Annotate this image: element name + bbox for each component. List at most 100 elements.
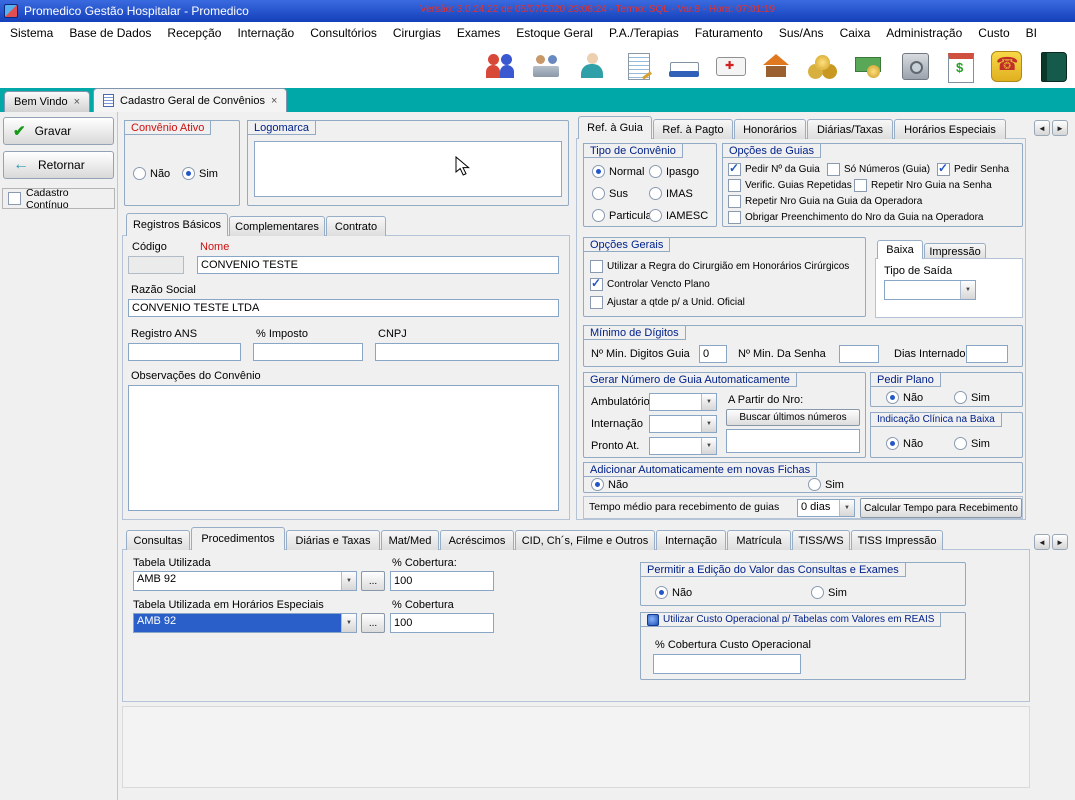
ajustar-qtde-checkbox[interactable]: Ajustar a qtde p/ a Unid. Oficial	[590, 296, 745, 309]
controlar-vencto-plano-checkbox[interactable]: Controlar Vencto Plano	[590, 278, 710, 291]
tabela-utilizada-combo[interactable]: AMB 92	[133, 571, 357, 591]
phone-icon[interactable]	[987, 47, 1025, 85]
pedir-numero-guia-checkbox[interactable]: Pedir Nº da Guia	[728, 163, 820, 176]
tab-horarios-especiais[interactable]: Horários Especiais	[894, 119, 1006, 139]
tab-consultas[interactable]: Consultas	[126, 530, 190, 550]
indicacao-nao-radio[interactable]: Não	[886, 437, 923, 450]
menu-bi[interactable]: BI	[1018, 26, 1045, 40]
schedule-money-icon[interactable]	[941, 47, 979, 85]
safe-icon[interactable]	[895, 47, 933, 85]
imposto-input[interactable]	[253, 343, 363, 361]
tab-acrescimos[interactable]: Acréscimos	[440, 530, 514, 550]
menu-custo[interactable]: Custo	[970, 26, 1017, 40]
tipo-saida-combo[interactable]	[884, 280, 976, 300]
users-icon[interactable]	[481, 47, 519, 85]
tab-ref-a-guia[interactable]: Ref. à Guia	[578, 116, 652, 139]
tab-baixa[interactable]: Baixa	[877, 240, 923, 259]
tab-contrato[interactable]: Contrato	[326, 216, 386, 236]
tab-bem-vindo[interactable]: Bem Vindo ×	[4, 91, 90, 112]
tipo-sus-radio[interactable]: Sus	[592, 187, 628, 200]
pedir-senha-checkbox[interactable]: Pedir Senha	[937, 163, 1009, 176]
observacoes-textarea[interactable]	[128, 385, 559, 511]
cobertura-custo-input[interactable]	[653, 654, 801, 674]
so-numeros-guia-checkbox[interactable]: Só Números (Guia)	[827, 163, 930, 176]
tab-procedimentos[interactable]: Procedimentos	[191, 527, 285, 550]
menu-faturamento[interactable]: Faturamento	[687, 26, 771, 40]
tipo-particular-radio[interactable]: Particular	[592, 209, 655, 222]
book-icon[interactable]	[1033, 47, 1071, 85]
tabela-esp-more-button[interactable]: ...	[361, 613, 385, 633]
internacao-combo[interactable]	[649, 415, 717, 433]
ambulance-icon[interactable]	[711, 47, 749, 85]
tab-scroll-right-icon[interactable]: ►	[1052, 120, 1068, 136]
menu-base-de-dados[interactable]: Base de Dados	[61, 26, 159, 40]
convenio-ativo-nao-radio[interactable]: Não	[133, 167, 170, 180]
tab-tiss-impressao[interactable]: TISS Impressão	[851, 530, 943, 550]
menu-internacao[interactable]: Internação	[229, 26, 302, 40]
tab-impressao[interactable]: Impressão	[924, 243, 986, 259]
menu-exames[interactable]: Exames	[449, 26, 508, 40]
tab-diarias-e-taxas[interactable]: Diárias e Taxas	[286, 530, 380, 550]
tipo-ipasgo-radio[interactable]: Ipasgo	[649, 165, 699, 178]
reception-icon[interactable]	[527, 47, 565, 85]
menu-sus-ans[interactable]: Sus/Ans	[771, 26, 832, 40]
adicionar-nao-radio[interactable]: Não	[591, 478, 628, 491]
tipo-normal-radio[interactable]: Normal	[592, 165, 644, 178]
repetir-nro-guia-senha-checkbox[interactable]: Repetir Nro Guia na Senha	[854, 179, 992, 192]
documents-icon[interactable]	[619, 47, 657, 85]
menu-caixa[interactable]: Caixa	[832, 26, 879, 40]
close-icon[interactable]: ×	[74, 97, 80, 107]
pedir-plano-sim-radio[interactable]: Sim	[954, 391, 990, 404]
cnpj-input[interactable]	[375, 343, 559, 361]
tab-registros-basicos[interactable]: Registros Básicos	[126, 213, 228, 236]
razao-social-input[interactable]	[128, 299, 559, 317]
tabela-horarios-especiais-combo[interactable]: AMB 92	[133, 613, 357, 633]
tab-scroll-left-icon[interactable]: ◄	[1034, 120, 1050, 136]
menu-recepcao[interactable]: Recepção	[159, 26, 229, 40]
buscar-ultimos-numeros-button[interactable]: Buscar últimos números	[726, 409, 860, 426]
tab-cadastro-geral-convenios[interactable]: Cadastro Geral de Convênios ×	[93, 88, 287, 112]
a-partir-input[interactable]	[726, 429, 860, 453]
repetir-nro-guia-operadora-checkbox[interactable]: Repetir Nro Guia na Guia da Operadora	[728, 195, 922, 208]
tab-ref-a-pagto[interactable]: Ref. à Pagto	[653, 119, 733, 139]
tempo-medio-combo[interactable]: 0 dias	[797, 499, 855, 517]
verific-guias-repetidas-checkbox[interactable]: Verific. Guias Repetidas	[728, 179, 852, 192]
bottom-tab-scroll-right-icon[interactable]: ►	[1052, 534, 1068, 550]
tipo-iamesc-radio[interactable]: IAMESC	[649, 209, 708, 222]
gravar-button[interactable]: Gravar	[3, 117, 114, 145]
bottom-tab-scroll-left-icon[interactable]: ◄	[1034, 534, 1050, 550]
convenio-ativo-sim-radio[interactable]: Sim	[182, 167, 218, 180]
obrigar-preenchimento-checkbox[interactable]: Obrigar Preenchimento do Nro da Guia na …	[728, 211, 983, 224]
cobertura-input[interactable]	[390, 571, 494, 591]
tab-mat-med[interactable]: Mat/Med	[381, 530, 439, 550]
registro-ans-input[interactable]	[128, 343, 241, 361]
cobertura-esp-input[interactable]	[390, 613, 494, 633]
tab-tiss-ws[interactable]: TISS/WS	[792, 530, 850, 550]
adicionar-sim-radio[interactable]: Sim	[808, 478, 844, 491]
tab-complementares[interactable]: Complementares	[229, 216, 325, 236]
min-senha-input[interactable]	[839, 345, 879, 363]
indicacao-sim-radio[interactable]: Sim	[954, 437, 990, 450]
min-digitos-guia-input[interactable]	[699, 345, 727, 363]
tabela-more-button[interactable]: ...	[361, 571, 385, 591]
pronto-at-combo[interactable]	[649, 437, 717, 455]
regra-cirurgiao-checkbox[interactable]: Utilizar a Regra do Cirurgião em Honorár…	[590, 260, 849, 273]
menu-sistema[interactable]: Sistema	[2, 26, 61, 40]
tab-honorarios[interactable]: Honorários	[734, 119, 806, 139]
tab-internacao-bottom[interactable]: Internação	[656, 530, 726, 550]
hospital-bed-icon[interactable]	[665, 47, 703, 85]
menu-consultorios[interactable]: Consultórios	[302, 26, 385, 40]
cadastro-continuo-checkbox[interactable]: Cadastro Contínuo	[2, 188, 115, 209]
custo-operacional-icon[interactable]	[647, 614, 659, 626]
tipo-imas-radio[interactable]: IMAS	[649, 187, 693, 200]
menu-cirurgias[interactable]: Cirurgias	[385, 26, 449, 40]
permitir-nao-radio[interactable]: Não	[655, 586, 692, 599]
nome-input[interactable]	[197, 256, 559, 274]
tab-matricula[interactable]: Matrícula	[727, 530, 791, 550]
tab-diarias-taxas[interactable]: Diárias/Taxas	[807, 119, 893, 139]
market-icon[interactable]	[757, 47, 795, 85]
close-icon[interactable]: ×	[271, 96, 277, 106]
money-icon[interactable]	[849, 47, 887, 85]
pedir-plano-nao-radio[interactable]: Não	[886, 391, 923, 404]
tab-cid-chs-filme[interactable]: CID, Ch´s, Filme e Outros	[515, 530, 655, 550]
